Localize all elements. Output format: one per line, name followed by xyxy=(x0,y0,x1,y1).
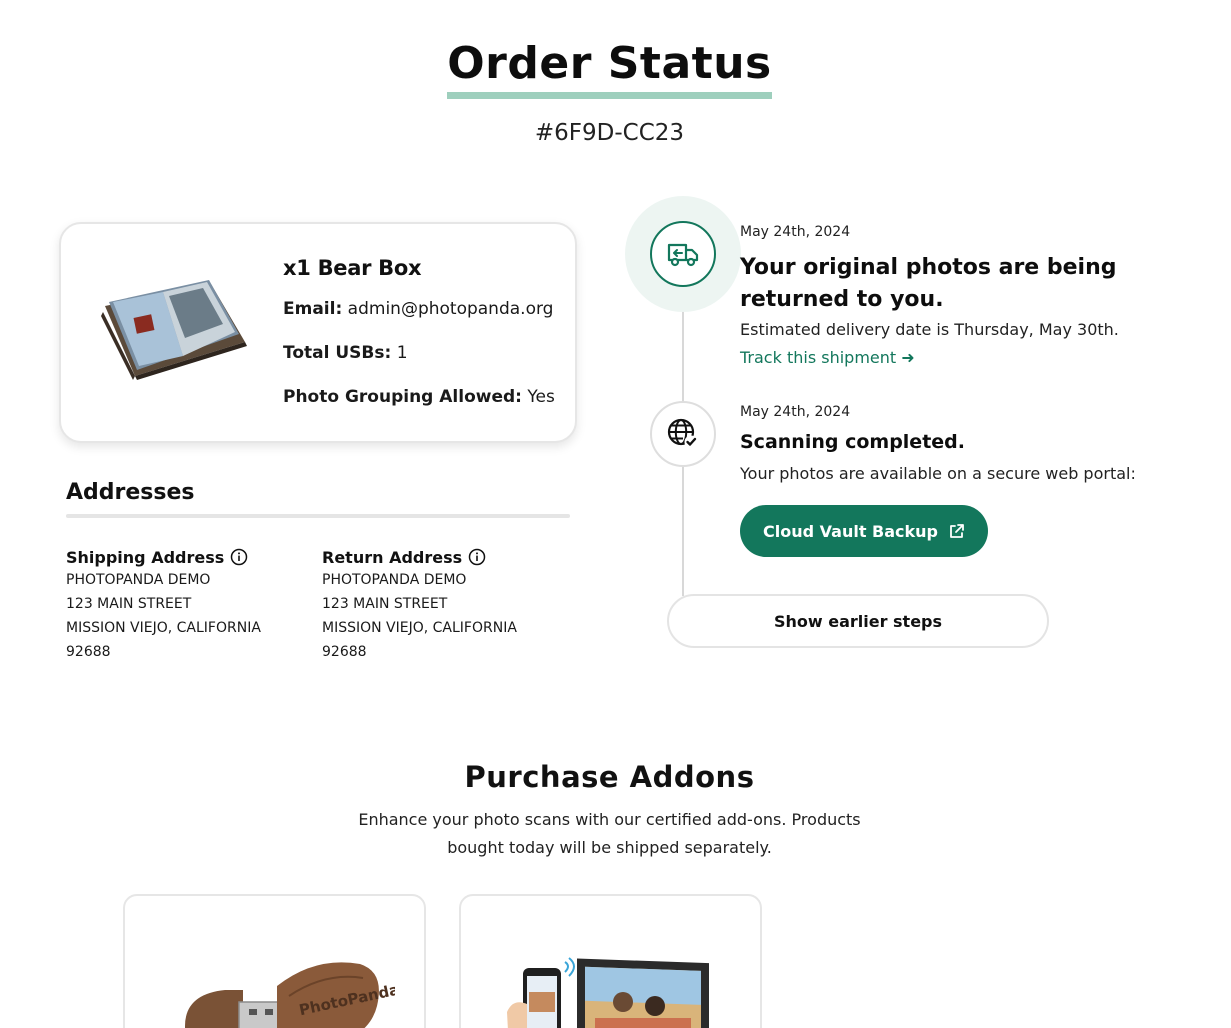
step-date: May 24th, 2024 xyxy=(740,224,851,240)
digital-frame-image xyxy=(507,957,709,1028)
info-icon[interactable] xyxy=(468,548,486,566)
usbs-value: 1 xyxy=(396,343,408,363)
truck-return-icon xyxy=(667,243,699,267)
address-line: PHOTOPANDA DEMO xyxy=(66,572,211,588)
step-title: Your original photos are being returned … xyxy=(740,252,1117,316)
step-body: Estimated delivery date is Thursday, May… xyxy=(740,320,1119,339)
shipping-address-label: Shipping Address xyxy=(66,547,225,567)
address-line: MISSION VIEJO, CALIFORNIA xyxy=(66,620,261,636)
cloud-vault-backup-label: Cloud Vault Backup xyxy=(763,521,938,541)
track-shipment-link[interactable]: Track this shipment ➜ xyxy=(740,348,915,367)
return-address-label: Return Address xyxy=(322,547,463,567)
address-line: 123 MAIN STREET xyxy=(66,596,192,612)
page-title-wrap: Order Status xyxy=(0,39,1219,100)
address-line: MISSION VIEJO, CALIFORNIA xyxy=(322,620,517,636)
grouping-value: Yes xyxy=(527,387,555,407)
addons-description: Enhance your photo scans with our certif… xyxy=(355,806,864,862)
grouping-label: Photo Grouping Allowed: xyxy=(283,387,522,407)
step-title-line: Your original photos are being xyxy=(740,255,1117,280)
cloud-vault-backup-button[interactable]: Cloud Vault Backup xyxy=(740,505,988,557)
email-label: Email: xyxy=(283,299,343,319)
external-link-icon xyxy=(950,523,964,538)
show-earlier-steps-button[interactable]: Show earlier steps xyxy=(667,594,1049,648)
email-value: admin@photopanda.org xyxy=(347,299,554,319)
step-date: May 24th, 2024 xyxy=(740,404,851,420)
info-icon[interactable] xyxy=(230,548,248,566)
address-line: 123 MAIN STREET xyxy=(322,596,448,612)
return-address-heading: Return Address xyxy=(322,546,562,568)
email-row: Email: admin@photopanda.org xyxy=(283,299,553,319)
usbs-label: Total USBs: xyxy=(283,343,392,363)
product-card: x1 Bear Box Email: admin@photopanda.org … xyxy=(59,222,577,443)
wooden-usb-image: PhotoPanda xyxy=(185,962,395,1028)
product-name: x1 Bear Box xyxy=(283,256,422,280)
step-title: Scanning completed. xyxy=(740,431,965,453)
step-icon-scanning xyxy=(650,401,716,467)
address-line: 92688 xyxy=(322,644,367,660)
address-line: PHOTOPANDA DEMO xyxy=(322,572,467,588)
addon-card-usb[interactable]: PhotoPanda xyxy=(123,894,426,1028)
addresses-title: Addresses xyxy=(66,480,195,505)
return-address: Return Address PHOTOPANDA DEMO 123 MAIN … xyxy=(322,546,562,664)
usbs-row: Total USBs: 1 xyxy=(283,343,408,363)
addresses-divider xyxy=(66,514,570,518)
shipping-address: Shipping Address PHOTOPANDA DEMO 123 MAI… xyxy=(66,546,306,664)
addons-description-line: bought today will be shipped separately. xyxy=(447,838,772,857)
address-line: 92688 xyxy=(66,644,111,660)
globe-check-icon xyxy=(667,418,698,449)
page-title: Order Status xyxy=(447,39,772,100)
addons-description-line: Enhance your photo scans with our certif… xyxy=(358,810,861,829)
addon-card-frame[interactable] xyxy=(459,894,762,1028)
order-id: #6F9D-CC23 xyxy=(534,120,685,146)
photo-box-image xyxy=(101,280,247,380)
step-title-line: returned to you. xyxy=(740,287,944,312)
shipping-address-heading: Shipping Address xyxy=(66,546,306,568)
step-icon-returning xyxy=(650,221,716,287)
grouping-row: Photo Grouping Allowed: Yes xyxy=(283,387,555,407)
addons-title: Purchase Addons xyxy=(464,760,755,794)
step-body: Your photos are available on a secure we… xyxy=(740,464,1136,483)
